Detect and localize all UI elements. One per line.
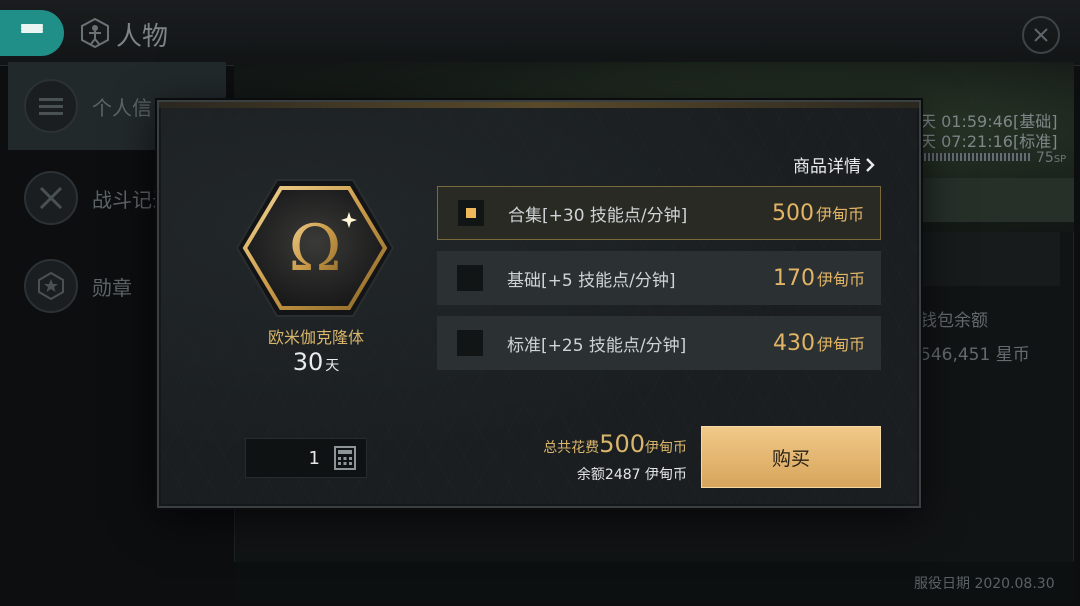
wallet-label: 钱包余额 [920, 311, 988, 331]
sidebar-item-label: 勋章 [92, 275, 132, 300]
total-currency: 伊甸币 [645, 440, 687, 456]
option-checkbox[interactable] [457, 330, 483, 356]
character-icon [81, 18, 109, 48]
crossed-swords-icon [24, 171, 78, 225]
option-label: 基础[+5 技能点/分钟] [507, 270, 676, 291]
remaining-balance: 余额2487 伊甸币 [576, 467, 687, 483]
purchase-dialog: 商品详情 Ω 欧米伽克隆体 30 天 合集[+30 技能点/分钟] 500 伊甸… [157, 100, 921, 508]
total-label: 总共花费 [543, 440, 600, 456]
page-title: 人物 [116, 22, 169, 52]
quantity-value: 1 [308, 447, 320, 469]
omega-symbol: Ω [288, 212, 341, 286]
skill-points: 75SP [1036, 150, 1067, 166]
chevron-right-icon [866, 157, 875, 172]
sidebar-item-label: 个人信 [92, 95, 152, 120]
top-bar: 人物 [0, 0, 1080, 66]
option-price: 430 伊甸币 [772, 330, 865, 356]
calculator-icon[interactable] [334, 446, 356, 470]
option-basic[interactable]: 基础[+5 技能点/分钟] 170 伊甸币 [437, 251, 881, 305]
list-icon [24, 79, 78, 133]
option-price: 500 伊甸币 [771, 200, 864, 226]
dialog-body: 商品详情 Ω 欧米伽克隆体 30 天 合集[+30 技能点/分钟] 500 伊甸… [161, 108, 917, 504]
option-bundle[interactable]: 合集[+30 技能点/分钟] 500 伊甸币 [437, 186, 881, 240]
omega-clone-emblem: Ω [235, 179, 395, 317]
skill-timers: 天 01:59:46[基础] 天 07:21:16[标准] [920, 112, 1057, 152]
total-cost: 总共花费500伊甸币 [501, 430, 687, 458]
duration-value: 30 [292, 348, 324, 376]
wallet-balance: 546,451 星币 [920, 345, 1030, 365]
buy-button[interactable]: 购买 [701, 426, 881, 488]
timer-standard: 天 07:21:16[标准] [920, 132, 1058, 151]
hamburger-icon [21, 24, 43, 42]
option-label: 标准[+25 技能点/分钟] [507, 335, 687, 356]
info-strip [920, 178, 1074, 222]
option-price: 170 伊甸币 [772, 265, 865, 291]
close-icon [1034, 28, 1048, 42]
item-name: 欧米伽克隆体 [267, 328, 364, 347]
skill-progress-bar [920, 153, 1032, 161]
duration-unit: 天 [325, 358, 340, 374]
menu-button[interactable] [0, 10, 64, 56]
item-duration: 30 天 [231, 348, 401, 376]
star-badge-icon [24, 259, 78, 313]
product-details-link[interactable]: 商品详情 [793, 152, 875, 177]
option-label: 合集[+30 技能点/分钟] [508, 205, 688, 226]
product-details-label: 商品详情 [793, 157, 861, 177]
option-checkbox[interactable] [457, 265, 483, 291]
quantity-input[interactable]: 1 [245, 438, 367, 478]
total-value: 500 [599, 430, 645, 458]
close-button[interactable] [1022, 16, 1060, 54]
service-date: 服役日期 2020.08.30 [914, 576, 1055, 592]
info-box [920, 232, 1060, 286]
timer-basic: 天 01:59:46[基础] [920, 112, 1058, 131]
option-standard[interactable]: 标准[+25 技能点/分钟] 430 伊甸币 [437, 316, 881, 370]
option-checkbox[interactable] [458, 200, 484, 226]
